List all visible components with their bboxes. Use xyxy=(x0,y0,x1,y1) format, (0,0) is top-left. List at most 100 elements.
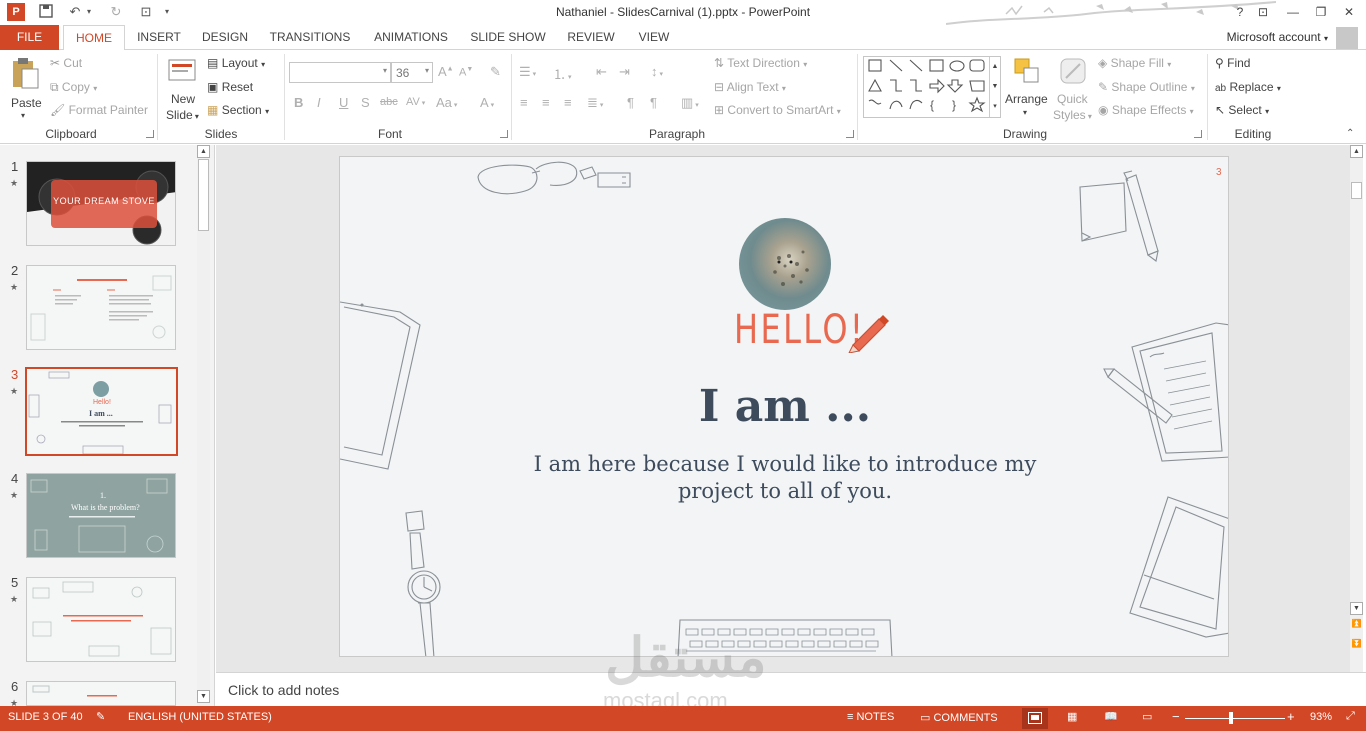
paste-button[interactable]: Paste ▾ xyxy=(6,54,44,122)
tab-file[interactable]: FILE xyxy=(0,25,59,50)
align-right-icon[interactable]: ≡ xyxy=(564,95,572,110)
avatar[interactable] xyxy=(1336,27,1358,49)
scroll-down-icon[interactable]: ▼ xyxy=(197,690,210,703)
tab-review[interactable]: REVIEW xyxy=(562,25,620,50)
paragraph-launcher-icon[interactable] xyxy=(846,130,854,138)
tab-insert[interactable]: INSERT xyxy=(131,25,187,50)
language-indicator[interactable]: ENGLISH (UNITED STATES) xyxy=(128,711,272,723)
previous-slide-icon[interactable]: ⏫ xyxy=(1350,619,1363,628)
clipboard-launcher-icon[interactable] xyxy=(146,130,154,138)
decrease-indent-icon[interactable]: ⇤ xyxy=(596,64,607,80)
underline-button[interactable]: U xyxy=(339,95,348,110)
font-size-input[interactable]: 36 ▾ xyxy=(391,62,433,83)
slide-thumbnail-2[interactable] xyxy=(26,265,176,350)
slide-title[interactable]: I am ... xyxy=(340,381,1228,432)
new-slide-button[interactable]: New Slide ▾ xyxy=(164,54,202,124)
find-button[interactable]: ⚲ Find xyxy=(1215,56,1250,70)
line-spacing-icon[interactable]: ↕ ▾ xyxy=(651,64,663,79)
minimize-button[interactable]: — xyxy=(1280,2,1306,22)
slide-sorter-icon[interactable]: ▦ xyxy=(1067,710,1077,723)
slide-thumbnail-1[interactable]: YOUR DREAM STOVE xyxy=(26,161,176,246)
tab-transitions[interactable]: TRANSITIONS xyxy=(266,25,354,50)
slide-thumbnail-5[interactable] xyxy=(26,577,176,662)
gallery-scroll-up-icon[interactable]: ▲ xyxy=(989,57,1000,77)
next-slide-icon[interactable]: ⏬ xyxy=(1350,639,1363,648)
italic-button[interactable]: I xyxy=(317,95,321,110)
shapes-gallery[interactable]: {} ▲ ▼ ▾ xyxy=(863,56,1001,118)
zoom-out-button[interactable]: − xyxy=(1172,709,1180,724)
numbering-icon[interactable]: ⒈ ▾ xyxy=(553,64,571,83)
notes-pane[interactable]: Click to add notes xyxy=(216,672,1366,706)
gallery-scroll-down-icon[interactable]: ▼ xyxy=(989,77,1000,97)
slide-panel-scrollbar[interactable]: ▲ ▼ xyxy=(197,145,210,706)
slide-subtitle-line-2[interactable]: project to all of you. xyxy=(340,479,1228,503)
font-launcher-icon[interactable] xyxy=(500,130,508,138)
scrollbar-thumb[interactable] xyxy=(1351,182,1362,199)
ribbon-display-options-button[interactable]: ⊡ xyxy=(1250,2,1276,22)
close-button[interactable]: ✕ xyxy=(1336,2,1362,22)
increase-indent-icon[interactable]: ⇥ xyxy=(619,64,630,80)
zoom-in-button[interactable]: + xyxy=(1287,709,1295,724)
align-center-icon[interactable]: ≡ xyxy=(542,95,550,110)
scroll-down-icon[interactable]: ▼ xyxy=(1350,602,1363,615)
bold-button[interactable]: B xyxy=(294,95,303,110)
section-button[interactable]: ▦ Section ▾ xyxy=(207,103,269,117)
restore-button[interactable]: ❐ xyxy=(1308,2,1334,22)
shape-fill-button[interactable]: ◈ Shape Fill ▾ xyxy=(1098,56,1171,70)
shape-outline-button[interactable]: ✎ Shape Outline ▾ xyxy=(1098,80,1195,94)
copy-button[interactable]: ⧉ Copy ▾ xyxy=(50,80,97,95)
fit-slide-icon[interactable]: ⤢ xyxy=(1346,710,1355,723)
scroll-up-icon[interactable]: ▲ xyxy=(197,145,210,158)
spelling-icon[interactable]: ✎ xyxy=(96,710,105,723)
comments-toggle[interactable]: ▭ COMMENTS xyxy=(920,711,998,724)
convert-smartart-button[interactable]: ⊞ Convert to SmartArt ▾ xyxy=(714,103,841,117)
align-text-button[interactable]: ⊟ Align Text ▾ xyxy=(714,80,786,94)
grow-font-button[interactable]: A▲ xyxy=(438,64,454,79)
collapse-ribbon-icon[interactable]: ⌃ xyxy=(1346,128,1354,139)
tab-home[interactable]: HOME xyxy=(63,25,125,51)
layout-button[interactable]: ▤ Layout ▾ xyxy=(207,56,265,70)
scroll-up-icon[interactable]: ▲ xyxy=(1350,145,1363,158)
text-shadow-button[interactable]: S xyxy=(361,95,370,110)
editor-scrollbar[interactable]: ▲ ▼ ⏫ ⏬ xyxy=(1350,145,1363,672)
slide-thumbnail-3[interactable]: Hello! I am ... xyxy=(25,367,178,456)
reading-view-icon[interactable]: 📖 xyxy=(1104,710,1118,723)
current-slide[interactable]: 3 HELLO! I am ... I am here because I wo… xyxy=(339,156,1229,657)
quick-styles-button[interactable]: Quick Styles ▾ xyxy=(1053,54,1093,124)
shrink-font-button[interactable]: A▼ xyxy=(459,66,473,79)
shape-effects-button[interactable]: ◉ Shape Effects ▾ xyxy=(1098,103,1194,117)
format-painter-button[interactable]: 🖌 Format Painter xyxy=(50,103,148,117)
tab-view[interactable]: VIEW xyxy=(632,25,676,50)
select-button[interactable]: ↖ Select ▾ xyxy=(1215,103,1269,117)
scrollbar-thumb[interactable] xyxy=(198,159,209,231)
notes-toggle[interactable]: ≡ NOTES xyxy=(847,711,894,723)
strikethrough-button[interactable]: abc xyxy=(380,96,398,108)
rtl-icon[interactable]: ¶ xyxy=(650,95,657,110)
font-color-button[interactable]: A ▾ xyxy=(480,95,494,110)
gallery-more-icon[interactable]: ▾ xyxy=(989,97,1000,117)
ltr-icon[interactable]: ¶ xyxy=(627,95,634,110)
character-spacing-button[interactable]: AV ▾ xyxy=(406,96,425,108)
font-name-input[interactable]: ▾ xyxy=(289,62,391,83)
zoom-level[interactable]: 93% xyxy=(1310,711,1332,723)
arrange-button[interactable]: Arrange ▾ xyxy=(1005,54,1049,124)
replace-button[interactable]: ab Replace ▾ xyxy=(1215,80,1281,94)
reset-button[interactable]: ▣ Reset xyxy=(207,80,253,94)
slide-subtitle-line-1[interactable]: I am here because I would like to introd… xyxy=(340,452,1228,476)
change-case-button[interactable]: Aa ▾ xyxy=(436,95,457,110)
account-name[interactable]: Microsoft account ▾ xyxy=(1227,30,1328,44)
clear-formatting-icon[interactable]: ✎ xyxy=(490,64,501,80)
zoom-slider[interactable] xyxy=(1185,712,1285,724)
columns-icon[interactable]: ▥ ▾ xyxy=(681,95,699,111)
slideshow-view-icon[interactable]: ▭ xyxy=(1142,710,1152,723)
normal-view-button[interactable] xyxy=(1022,708,1048,729)
justify-icon[interactable]: ≣ ▾ xyxy=(587,95,603,111)
tab-slide-show[interactable]: SLIDE SHOW xyxy=(466,25,550,50)
bullets-icon[interactable]: ☰ ▾ xyxy=(519,64,536,80)
drawing-launcher-icon[interactable] xyxy=(1194,130,1202,138)
cut-button[interactable]: ✂ Cut xyxy=(50,56,82,70)
text-direction-button[interactable]: ⇅ Text Direction ▾ xyxy=(714,56,807,70)
align-left-icon[interactable]: ≡ xyxy=(520,95,528,110)
tab-design[interactable]: DESIGN xyxy=(196,25,254,50)
zoom-slider-thumb[interactable] xyxy=(1229,712,1233,724)
